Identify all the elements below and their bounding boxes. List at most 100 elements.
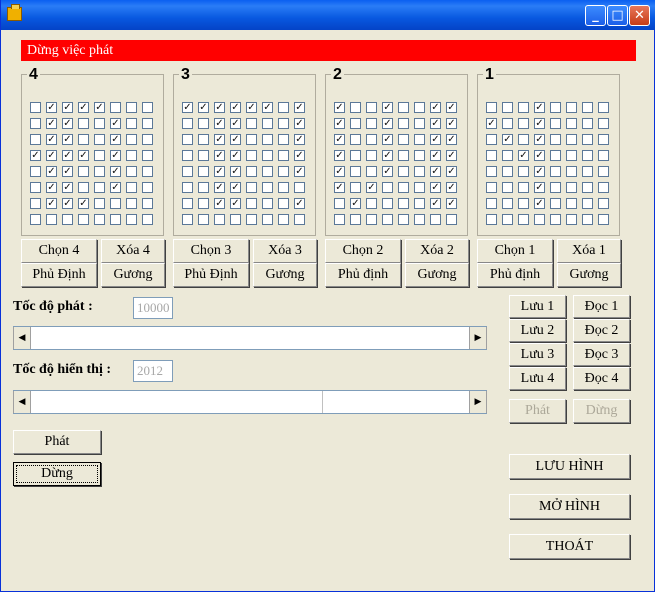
led-checkbox[interactable] bbox=[94, 214, 105, 225]
slider-left-arrow-icon[interactable]: ◀ bbox=[13, 391, 31, 413]
led-checkbox[interactable]: ✓ bbox=[534, 182, 545, 193]
led-checkbox[interactable] bbox=[126, 166, 137, 177]
side-play-button[interactable]: Phát bbox=[509, 399, 566, 423]
led-checkbox[interactable] bbox=[182, 134, 193, 145]
led-checkbox[interactable] bbox=[198, 214, 209, 225]
led-checkbox[interactable]: ✓ bbox=[534, 118, 545, 129]
led-checkbox[interactable] bbox=[582, 182, 593, 193]
led-checkbox[interactable] bbox=[30, 214, 41, 225]
negate-button-2[interactable]: Phủ định bbox=[325, 263, 401, 287]
led-checkbox[interactable] bbox=[246, 150, 257, 161]
led-checkbox[interactable] bbox=[502, 166, 513, 177]
led-checkbox[interactable] bbox=[126, 214, 137, 225]
led-checkbox[interactable] bbox=[182, 166, 193, 177]
led-checkbox[interactable] bbox=[414, 118, 425, 129]
led-checkbox[interactable]: ✓ bbox=[110, 182, 121, 193]
led-checkbox[interactable] bbox=[110, 102, 121, 113]
led-checkbox[interactable]: ✓ bbox=[430, 118, 441, 129]
led-checkbox[interactable]: ✓ bbox=[46, 102, 57, 113]
led-checkbox[interactable] bbox=[126, 118, 137, 129]
led-checkbox[interactable] bbox=[366, 198, 377, 209]
led-checkbox[interactable] bbox=[110, 214, 121, 225]
led-checkbox[interactable] bbox=[486, 182, 497, 193]
led-checkbox[interactable] bbox=[486, 134, 497, 145]
led-checkbox[interactable] bbox=[598, 118, 609, 129]
led-checkbox[interactable] bbox=[382, 214, 393, 225]
led-checkbox[interactable] bbox=[62, 214, 73, 225]
led-checkbox[interactable]: ✓ bbox=[62, 134, 73, 145]
led-checkbox[interactable]: ✓ bbox=[62, 118, 73, 129]
led-checkbox[interactable] bbox=[398, 198, 409, 209]
led-checkbox[interactable] bbox=[550, 102, 561, 113]
led-checkbox[interactable] bbox=[182, 150, 193, 161]
led-checkbox[interactable] bbox=[398, 134, 409, 145]
led-checkbox[interactable]: ✓ bbox=[502, 134, 513, 145]
led-checkbox[interactable] bbox=[126, 102, 137, 113]
exit-button[interactable]: THOÁT bbox=[509, 534, 630, 559]
led-checkbox[interactable] bbox=[262, 182, 273, 193]
led-checkbox[interactable] bbox=[78, 214, 89, 225]
led-checkbox[interactable] bbox=[350, 182, 361, 193]
led-checkbox[interactable] bbox=[366, 102, 377, 113]
led-checkbox[interactable] bbox=[78, 182, 89, 193]
led-checkbox[interactable] bbox=[278, 182, 289, 193]
led-checkbox[interactable] bbox=[598, 166, 609, 177]
led-checkbox[interactable] bbox=[230, 214, 241, 225]
led-checkbox[interactable]: ✓ bbox=[78, 198, 89, 209]
led-checkbox[interactable] bbox=[366, 166, 377, 177]
led-checkbox[interactable] bbox=[198, 150, 209, 161]
led-checkbox[interactable] bbox=[214, 214, 225, 225]
led-checkbox[interactable] bbox=[430, 214, 441, 225]
led-checkbox[interactable]: ✓ bbox=[214, 182, 225, 193]
led-checkbox[interactable]: ✓ bbox=[446, 166, 457, 177]
led-checkbox[interactable] bbox=[30, 134, 41, 145]
led-checkbox[interactable]: ✓ bbox=[486, 118, 497, 129]
led-checkbox[interactable]: ✓ bbox=[78, 102, 89, 113]
negate-button-4[interactable]: Phủ Định bbox=[21, 263, 97, 287]
led-checkbox[interactable]: ✓ bbox=[294, 102, 305, 113]
led-checkbox[interactable] bbox=[294, 182, 305, 193]
led-checkbox[interactable] bbox=[246, 214, 257, 225]
led-checkbox[interactable] bbox=[366, 118, 377, 129]
led-checkbox[interactable] bbox=[246, 118, 257, 129]
led-checkbox[interactable] bbox=[566, 102, 577, 113]
led-checkbox[interactable] bbox=[278, 214, 289, 225]
led-checkbox[interactable] bbox=[566, 150, 577, 161]
led-checkbox[interactable]: ✓ bbox=[334, 102, 345, 113]
led-checkbox[interactable] bbox=[550, 118, 561, 129]
led-checkbox[interactable] bbox=[262, 214, 273, 225]
led-checkbox[interactable] bbox=[582, 150, 593, 161]
minimize-button[interactable]: _ bbox=[585, 5, 606, 26]
led-checkbox[interactable] bbox=[182, 214, 193, 225]
display-speed-input[interactable]: 2012 bbox=[133, 360, 173, 382]
led-checkbox[interactable] bbox=[262, 198, 273, 209]
led-checkbox[interactable] bbox=[278, 166, 289, 177]
led-checkbox[interactable]: ✓ bbox=[382, 150, 393, 161]
led-checkbox[interactable]: ✓ bbox=[534, 102, 545, 113]
led-checkbox[interactable] bbox=[198, 134, 209, 145]
led-checkbox[interactable] bbox=[278, 102, 289, 113]
led-checkbox[interactable]: ✓ bbox=[62, 102, 73, 113]
led-checkbox[interactable] bbox=[518, 102, 529, 113]
led-checkbox[interactable]: ✓ bbox=[294, 166, 305, 177]
led-checkbox[interactable] bbox=[582, 118, 593, 129]
led-checkbox[interactable] bbox=[350, 166, 361, 177]
led-checkbox[interactable] bbox=[502, 198, 513, 209]
led-checkbox[interactable] bbox=[414, 134, 425, 145]
led-checkbox[interactable] bbox=[246, 182, 257, 193]
led-checkbox[interactable]: ✓ bbox=[430, 166, 441, 177]
led-checkbox[interactable] bbox=[278, 150, 289, 161]
read-slot-button-2[interactable]: Đọc 2 bbox=[573, 319, 630, 342]
led-checkbox[interactable] bbox=[142, 134, 153, 145]
mirror-button-1[interactable]: Gương bbox=[557, 263, 621, 287]
led-checkbox[interactable]: ✓ bbox=[430, 134, 441, 145]
led-checkbox[interactable] bbox=[598, 214, 609, 225]
led-checkbox[interactable] bbox=[110, 198, 121, 209]
led-checkbox[interactable]: ✓ bbox=[46, 150, 57, 161]
led-checkbox[interactable]: ✓ bbox=[62, 166, 73, 177]
mirror-button-3[interactable]: Gương bbox=[253, 263, 317, 287]
led-checkbox[interactable]: ✓ bbox=[294, 118, 305, 129]
led-checkbox[interactable] bbox=[30, 118, 41, 129]
led-checkbox[interactable] bbox=[582, 198, 593, 209]
led-checkbox[interactable] bbox=[94, 134, 105, 145]
